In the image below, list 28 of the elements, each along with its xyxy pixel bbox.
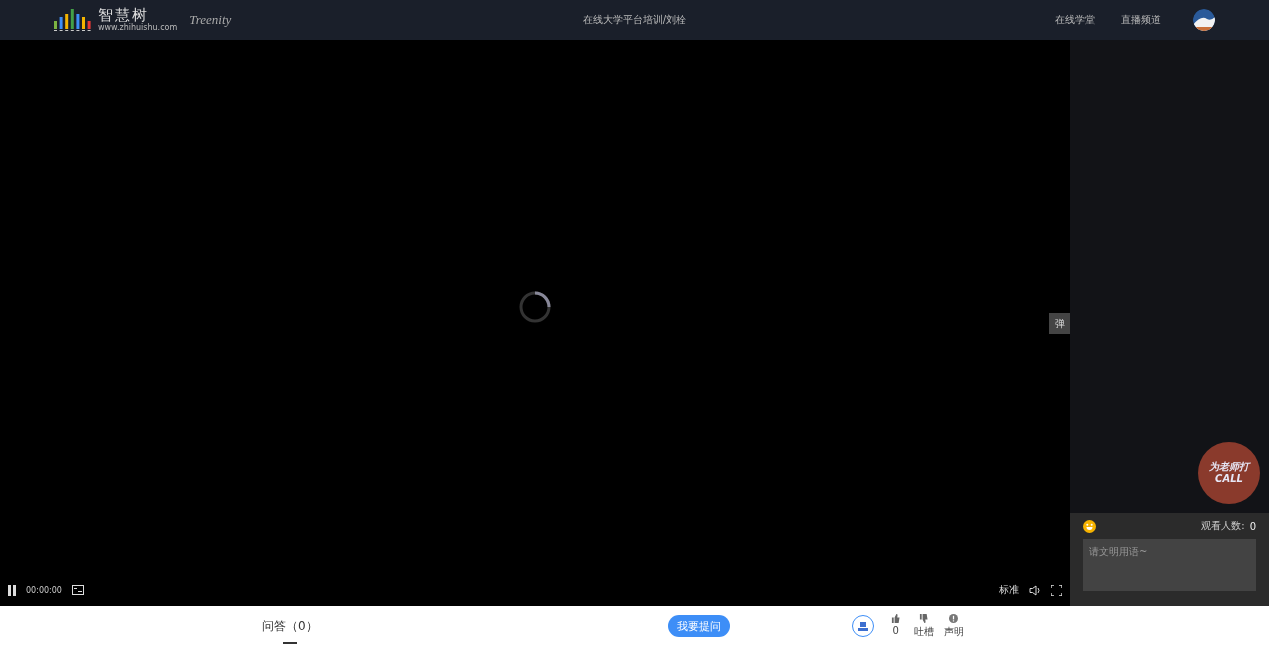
bar-chart-logo-icon [54,9,94,31]
time-display: 00:00:00 [26,585,62,595]
pause-icon[interactable] [8,584,16,596]
loading-spinner-icon [518,290,552,324]
call-badge[interactable]: 为老师打CALL [1198,442,1260,504]
viewer-count-label: 观看人数: [1201,519,1245,533]
course-title: 在线大学平台培训/刘栓 [582,14,687,25]
logo-url: www.zhihuishu.com [98,23,178,33]
notice-button[interactable]: 声明 [943,613,964,639]
subtitle-icon[interactable] [71,585,84,595]
brand-name: Treenity [189,12,232,28]
emoji-icon[interactable] [1083,519,1096,533]
chat-input-field[interactable]: 请文明用语~ [1083,539,1256,591]
danmaku-toggle[interactable]: 弹 [1049,313,1070,334]
nav-link[interactable]: 在线学堂 [1055,13,1095,27]
fullscreen-icon[interactable] [1051,584,1062,596]
viewer-count: 0 [1249,520,1256,532]
thumbs-up-icon [891,613,901,623]
volume-icon[interactable] [1029,584,1041,596]
info-icon [949,613,959,623]
like-button[interactable]: 0 [887,613,904,639]
quality-selector[interactable]: 标准 [999,583,1019,597]
dislike-button[interactable]: 吐槽 [913,613,934,639]
logo-text: 智慧树 [98,7,149,23]
thumbs-down-icon [919,613,929,623]
screen-icon[interactable] [851,615,874,637]
nav-link[interactable]: 直播频道 [1121,13,1161,27]
avatar-icon[interactable] [1193,9,1215,31]
